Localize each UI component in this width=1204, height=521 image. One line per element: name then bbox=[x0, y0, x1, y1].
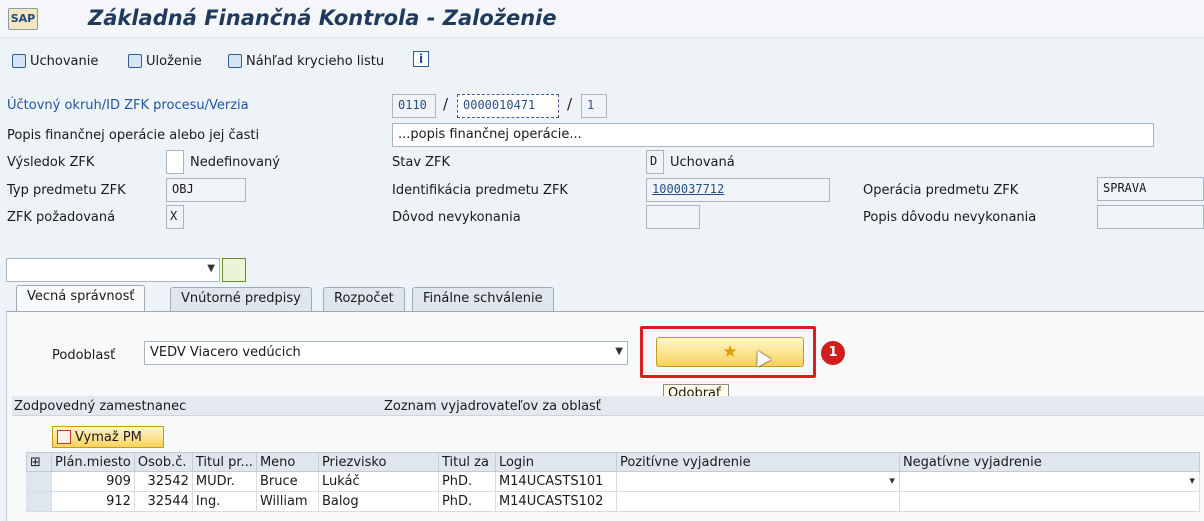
podoblast-label: Podoblasť bbox=[52, 348, 116, 363]
vymaz-pm-label: Vymaž PM bbox=[75, 429, 142, 445]
column-header[interactable]: Negatívne vyjadrenie bbox=[898, 452, 1200, 472]
step-badge: 1 bbox=[821, 341, 845, 365]
table-cell: M14UCASTS101 bbox=[494, 471, 617, 492]
sap-menu-icon[interactable]: SAP bbox=[8, 8, 38, 30]
operacia-field[interactable]: SPRAVA bbox=[1097, 177, 1204, 201]
chevron-down-icon: ▼ bbox=[207, 263, 215, 274]
add-icon[interactable] bbox=[222, 258, 246, 282]
verzia-field[interactable]: 1 bbox=[581, 94, 607, 118]
chevron-down-icon: ▼ bbox=[615, 346, 623, 357]
row-selector[interactable] bbox=[26, 471, 52, 492]
table-cell: Ing. bbox=[191, 491, 257, 512]
variant-select[interactable]: ▼ bbox=[6, 258, 220, 282]
column-header[interactable]: Meno bbox=[255, 452, 319, 472]
stav-text: Uchovaná bbox=[670, 155, 735, 170]
podoblast-select[interactable]: VEDV Viacero vedúcich ▼ bbox=[144, 341, 628, 365]
positive-opinion-select[interactable] bbox=[615, 471, 900, 492]
column-header[interactable]: Login bbox=[494, 452, 617, 472]
pozadovana-field[interactable]: X bbox=[166, 205, 184, 229]
id-zfk-field[interactable]: 0000010471 bbox=[457, 94, 559, 118]
approvers-table: ⊞ Plán.miesto Osob.č. Titul pr... Meno P… bbox=[26, 452, 1200, 512]
table-cell: M14UCASTS102 bbox=[494, 491, 617, 512]
section-col1: Zodpovedný zamestnanec bbox=[14, 399, 187, 414]
column-header[interactable]: Priezvisko bbox=[317, 452, 439, 472]
hold-icon bbox=[12, 54, 26, 68]
negative-opinion-select[interactable] bbox=[898, 471, 1200, 492]
dovod-field[interactable] bbox=[646, 205, 700, 229]
section-col2: Zoznam vyjadrovateľov za oblasť bbox=[384, 399, 601, 414]
section-header bbox=[12, 396, 1204, 416]
table-cell: Balog bbox=[317, 491, 439, 512]
dovod-label: Dôvod nevykonania bbox=[392, 210, 521, 225]
table-cell: 912 bbox=[51, 491, 135, 512]
tab-rozpocet[interactable]: Rozpočet bbox=[323, 287, 405, 311]
stav-label: Stav ZFK bbox=[392, 155, 451, 170]
table-cell: 32544 bbox=[133, 491, 193, 512]
toolbar: Uchovanie Uloženie Náhľad krycieho listu… bbox=[0, 44, 1204, 76]
column-header[interactable]: Plán.miesto bbox=[51, 452, 135, 472]
table-header-row: ⊞ Plán.miesto Osob.č. Titul pr... Meno P… bbox=[26, 452, 1200, 472]
popis-label: Popis finančnej operácie alebo jej časti bbox=[7, 128, 260, 143]
uchovanie-button[interactable]: Uchovanie bbox=[12, 50, 98, 72]
separator: / bbox=[443, 95, 449, 113]
operacia-label: Operácia predmetu ZFK bbox=[863, 183, 1019, 198]
separator: / bbox=[567, 95, 573, 113]
tab-vnutorne-predpisy[interactable]: Vnútorné predpisy bbox=[170, 287, 312, 311]
podoblast-value: VEDV Viacero vedúcich bbox=[150, 345, 301, 360]
column-header[interactable]: Titul pr... bbox=[191, 452, 257, 472]
table-cell: Bruce bbox=[255, 471, 319, 492]
preview-label: Náhľad krycieho listu bbox=[246, 53, 385, 69]
popis-dovodu-label: Popis dôvodu nevykonania bbox=[863, 210, 1037, 225]
positive-opinion-cell[interactable] bbox=[615, 491, 900, 512]
table-row[interactable]: 909 32542 MUDr. Bruce Lukáč PhD. M14UCAS… bbox=[26, 471, 1200, 492]
popis-field[interactable]: ...popis finančnej operácie... bbox=[392, 123, 1154, 147]
vysledok-field[interactable] bbox=[166, 150, 184, 174]
table-cell: William bbox=[255, 491, 319, 512]
vysledok-label: Výsledok ZFK bbox=[7, 155, 95, 170]
typ-field[interactable]: OBJ bbox=[166, 178, 246, 202]
okruh-field[interactable]: 0110 bbox=[392, 94, 436, 118]
save-label: Uloženie bbox=[146, 53, 202, 69]
column-header[interactable]: Titul za bbox=[437, 452, 496, 472]
row-selector[interactable] bbox=[26, 491, 52, 512]
highlight-box bbox=[640, 326, 816, 378]
preview-cover-sheet-button[interactable]: Náhľad krycieho listu bbox=[228, 50, 384, 72]
save-button[interactable]: Uloženie bbox=[128, 50, 202, 72]
table-cell: 909 bbox=[51, 471, 135, 492]
list-icon bbox=[228, 54, 242, 68]
table-cell: PhD. bbox=[437, 471, 496, 492]
info-icon[interactable]: i bbox=[413, 51, 429, 67]
tab-vecna-spravnost[interactable]: Vecná správnosť bbox=[16, 285, 146, 312]
table-cell: MUDr. bbox=[191, 471, 257, 492]
popis-dovodu-field[interactable] bbox=[1097, 205, 1204, 229]
table-cell: PhD. bbox=[437, 491, 496, 512]
tab-finalne-schvalenie[interactable]: Finálne schválenie bbox=[412, 287, 554, 311]
ident-label: Identifikácia predmetu ZFK bbox=[392, 183, 568, 198]
ident-field[interactable]: 1000037712 bbox=[646, 178, 830, 202]
table-cell: 32542 bbox=[133, 471, 193, 492]
uchovanie-label: Uchovanie bbox=[30, 53, 99, 69]
table-row[interactable]: 912 32544 Ing. William Balog PhD. M14UCA… bbox=[26, 491, 1200, 512]
vymaz-pm-button[interactable]: Vymaž PM bbox=[52, 426, 164, 448]
vysledok-text: Nedefinovaný bbox=[190, 155, 280, 170]
save-icon bbox=[128, 54, 142, 68]
pozadovana-label: ZFK požadovaná bbox=[7, 210, 116, 225]
page-title: Základná Finančná Kontrola - Založenie bbox=[88, 6, 557, 30]
typ-label: Typ predmetu ZFK bbox=[7, 183, 126, 198]
delete-row-icon bbox=[57, 430, 71, 444]
column-header[interactable]: Pozitívne vyjadrenie bbox=[615, 452, 900, 472]
select-all-icon[interactable]: ⊞ bbox=[26, 452, 52, 472]
column-header[interactable]: Osob.č. bbox=[133, 452, 193, 472]
table-cell: Lukáč bbox=[317, 471, 439, 492]
stav-code-field[interactable]: D bbox=[646, 150, 664, 174]
negative-opinion-cell[interactable] bbox=[898, 491, 1200, 512]
okruh-label: Účtovný okruh/ID ZFK procesu/Verzia bbox=[7, 98, 249, 113]
